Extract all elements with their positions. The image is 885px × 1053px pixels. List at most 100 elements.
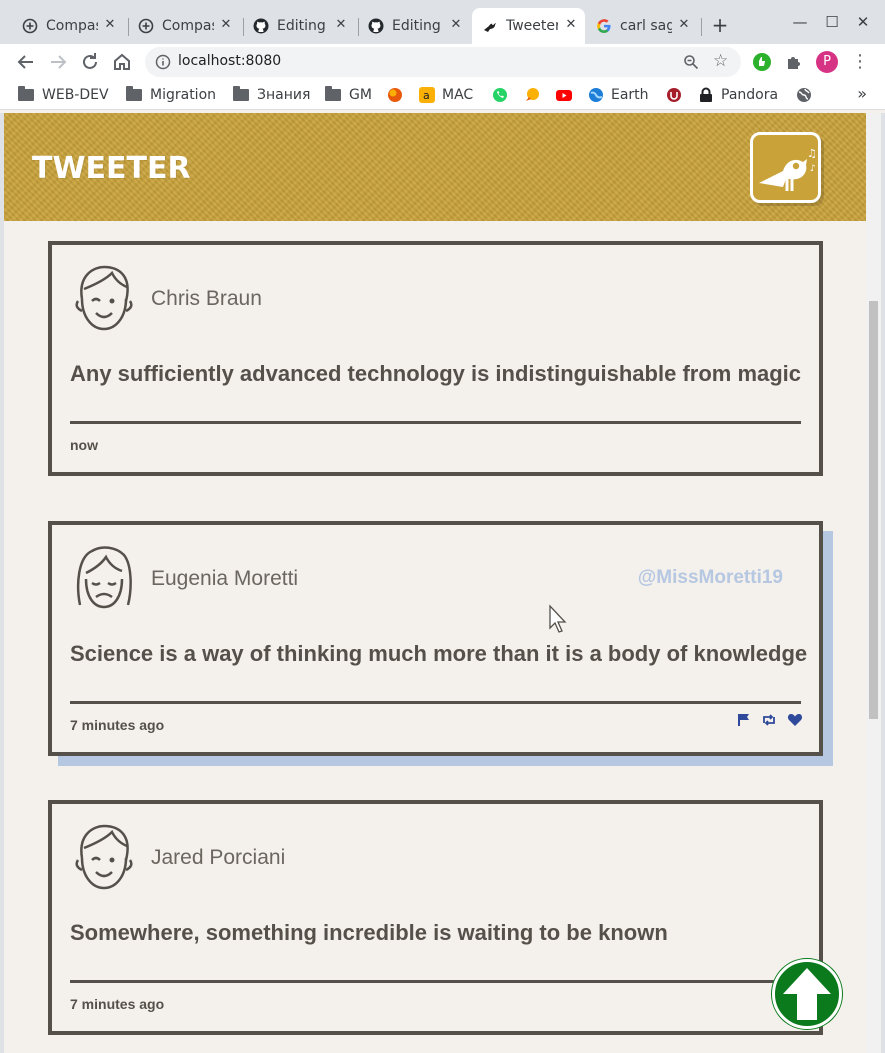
bookmark-gm[interactable]: GM xyxy=(325,86,372,104)
tab-close-icon[interactable]: ✕ xyxy=(333,17,349,33)
tab-close-icon[interactable]: ✕ xyxy=(563,17,579,33)
tab-compass-1[interactable]: Compass ✕ xyxy=(12,8,124,44)
zoom-icon[interactable] xyxy=(683,54,699,70)
tweet-timestamp: 7 minutes ago xyxy=(70,717,165,733)
whatsapp-icon xyxy=(493,88,507,102)
brand-title: TWEETER xyxy=(32,151,191,186)
divider xyxy=(70,980,801,983)
compose-toggle-button[interactable]: ♫ ♪ xyxy=(750,132,821,203)
tweet-card: Eugenia Moretti @MissMoretti19 Science i… xyxy=(48,521,823,756)
green-extension-icon[interactable] xyxy=(752,52,772,72)
retweet-icon[interactable] xyxy=(761,713,777,727)
tweet-content: Science is a way of thinking much more t… xyxy=(70,641,808,666)
info-icon[interactable] xyxy=(155,54,171,70)
tab-close-icon[interactable]: ✕ xyxy=(676,17,692,33)
tab-title: Tweeter xyxy=(506,18,558,34)
amazon-icon: a xyxy=(419,87,435,103)
svg-text:♫: ♫ xyxy=(807,147,817,160)
tab-close-icon[interactable]: ✕ xyxy=(102,17,118,33)
tab-strip: Compass ✕ Compass ✕ Editing g ✕ Editing … xyxy=(0,0,885,44)
svg-text:a: a xyxy=(423,89,430,102)
address-bar[interactable]: localhost:8080 ☆ xyxy=(145,47,741,77)
tab-close-icon[interactable]: ✕ xyxy=(448,17,464,33)
bookmark-label: WEB-DEV xyxy=(42,87,109,103)
github-icon xyxy=(253,18,269,34)
chat-bubble-icon xyxy=(526,88,539,101)
folder-icon xyxy=(126,86,142,101)
tab-title: Editing g xyxy=(277,18,329,34)
bookmark-label: Migration xyxy=(150,87,217,103)
bookmarks-overflow-icon[interactable]: » xyxy=(857,84,867,103)
home-icon[interactable] xyxy=(110,50,134,74)
forward-icon[interactable] xyxy=(46,50,70,74)
github-icon xyxy=(368,18,384,34)
bookmark-label: MAC xyxy=(442,87,474,103)
tweet-actions xyxy=(737,713,803,727)
winking-face-avatar xyxy=(75,265,133,331)
scroll-to-top-button[interactable] xyxy=(772,959,842,1029)
bookmark-label: Earth xyxy=(611,87,649,103)
sad-woman-avatar xyxy=(76,546,132,609)
bookmark-globe[interactable] xyxy=(796,86,819,104)
tab-tweeter[interactable]: Tweeter ✕ xyxy=(472,8,585,44)
author-name: Chris Braun xyxy=(151,287,262,310)
maximize-icon[interactable]: ☐ xyxy=(822,12,842,32)
tweeter-bird-logo-icon: ♫ ♪ xyxy=(759,147,817,191)
new-tab-button[interactable]: + xyxy=(710,15,730,35)
author-name: Jared Porciani xyxy=(151,846,286,869)
back-icon[interactable] xyxy=(14,50,38,74)
url-text[interactable]: localhost:8080 xyxy=(178,53,281,69)
puzzle-extensions-icon[interactable] xyxy=(784,52,804,72)
bookmark-shield[interactable] xyxy=(666,86,689,104)
winking-face-avatar xyxy=(75,824,133,890)
profile-avatar[interactable]: P xyxy=(816,51,838,73)
tab-close-icon[interactable]: ✕ xyxy=(218,17,234,33)
lock-icon xyxy=(700,87,712,102)
minimize-icon[interactable]: — xyxy=(790,12,810,32)
bookmark-migration[interactable]: Migration xyxy=(126,86,216,104)
tweet-timestamp: 7 minutes ago xyxy=(70,996,165,1012)
tab-separator xyxy=(701,18,702,36)
author-name: Eugenia Moretti xyxy=(151,567,299,590)
mouse-cursor-icon xyxy=(549,604,567,633)
bookmark-chat[interactable] xyxy=(524,86,547,104)
bookmark-pandora[interactable]: Pandora xyxy=(698,86,778,104)
scrollbar-thumb[interactable] xyxy=(869,301,878,719)
page-scrollbar[interactable] xyxy=(866,113,881,1053)
menu-kebab-icon[interactable]: ⋮ xyxy=(850,52,870,72)
tab-google[interactable]: carl sag ✕ xyxy=(586,8,698,44)
shield-icon xyxy=(667,88,681,102)
tab-github-1[interactable]: Editing g ✕ xyxy=(243,8,355,44)
globe-icon xyxy=(797,88,811,102)
bookmark-whatsapp[interactable] xyxy=(492,86,515,104)
close-window-icon[interactable]: ✕ xyxy=(853,12,873,32)
tweet-card: Chris Braun Any sufficiently advanced te… xyxy=(48,241,823,476)
tab-title: Editing g xyxy=(392,18,444,34)
bookmarks-bar: WEB-DEV Migration Знания GM a MAC Earth P… xyxy=(0,80,885,110)
tab-compass-2[interactable]: Compass ✕ xyxy=(128,8,240,44)
arrow-up-icon xyxy=(783,968,831,1020)
bookmark-web-dev[interactable]: WEB-DEV xyxy=(18,86,109,104)
bookmark-mac[interactable]: a MAC xyxy=(419,86,473,104)
tweeter-bird-icon xyxy=(484,23,496,32)
google-icon xyxy=(597,19,611,33)
folder-icon xyxy=(325,86,341,101)
flag-icon[interactable] xyxy=(737,713,751,727)
bookmark-earth[interactable]: Earth xyxy=(588,86,649,104)
bookmark-label: Pandora xyxy=(721,87,779,103)
plus-circle-icon xyxy=(22,18,38,34)
bookmark-youtube[interactable] xyxy=(556,86,579,104)
bookmark-orange[interactable] xyxy=(387,86,410,104)
reload-icon[interactable] xyxy=(78,50,102,74)
bookmark-label: Знания xyxy=(257,87,311,103)
divider xyxy=(70,701,801,704)
window-frame xyxy=(881,113,885,1053)
bookmark-star-icon[interactable]: ☆ xyxy=(713,52,731,70)
folder-icon xyxy=(18,86,34,101)
tab-github-2[interactable]: Editing g ✕ xyxy=(358,8,470,44)
svg-text:♪: ♪ xyxy=(810,164,816,174)
bookmark-znaniya[interactable]: Знания xyxy=(233,86,310,104)
tab-title: Compass xyxy=(46,18,98,34)
heart-icon[interactable] xyxy=(787,713,803,727)
plus-circle-icon xyxy=(138,18,154,34)
